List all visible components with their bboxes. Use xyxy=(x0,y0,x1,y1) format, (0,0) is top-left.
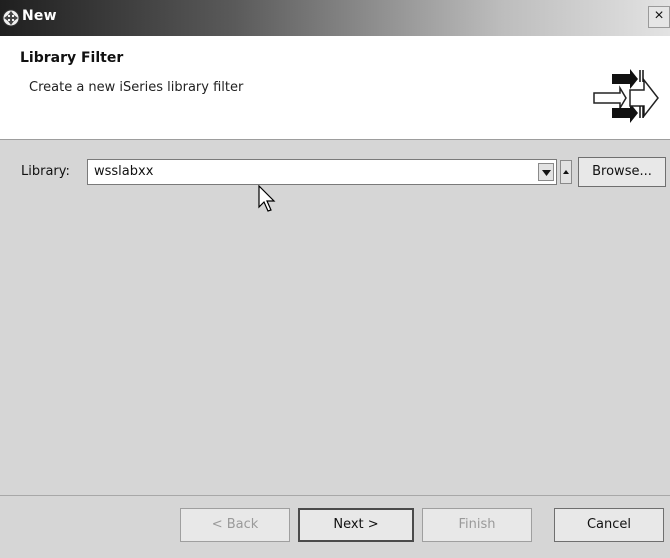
page-title: Library Filter xyxy=(20,50,124,66)
window-title: New xyxy=(22,8,57,24)
library-label: Library: xyxy=(21,164,70,179)
page-description: Create a new iSeries library filter xyxy=(29,80,244,95)
footer-separator xyxy=(0,495,670,496)
mouse-pointer-icon xyxy=(258,184,278,217)
new-wizard-icon xyxy=(2,9,20,27)
library-input[interactable]: wsslabxx xyxy=(94,164,153,179)
wizard-arrows-icon xyxy=(590,66,660,136)
title-bar[interactable]: New × xyxy=(0,0,670,36)
chevron-down-icon[interactable] xyxy=(538,163,554,181)
browse-button[interactable]: Browse... xyxy=(578,157,666,187)
cancel-button[interactable]: Cancel xyxy=(554,508,664,542)
wizard-header: Library Filter Create a new iSeries libr… xyxy=(0,36,670,140)
back-button[interactable]: < Back xyxy=(180,508,290,542)
spinner-icon[interactable] xyxy=(560,160,572,184)
library-combo[interactable]: wsslabxx xyxy=(87,159,557,185)
finish-button[interactable]: Finish xyxy=(422,508,532,542)
close-button[interactable]: × xyxy=(648,6,670,28)
next-button[interactable]: Next > xyxy=(298,508,414,542)
